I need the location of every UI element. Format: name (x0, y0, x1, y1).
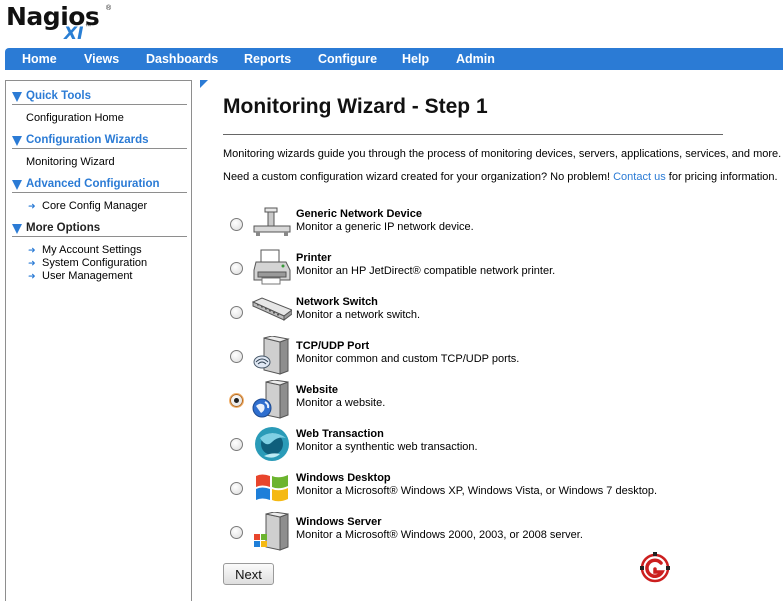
sidebar-item-configuration-home[interactable]: Configuration Home (26, 112, 124, 124)
wizard-radio[interactable] (230, 306, 243, 319)
wizard-radio[interactable] (230, 526, 243, 539)
collapse-triangle-icon[interactable] (12, 224, 22, 234)
sidebar-item-core-config-manager[interactable]: ➜ Core Config Manager (28, 200, 147, 212)
wizard-description: Monitor a network switch. (296, 309, 421, 321)
windows-desktop-icon (256, 474, 288, 502)
wizard-radio[interactable] (230, 438, 243, 451)
sidebar-item-user-management[interactable]: ➜ User Management (28, 270, 133, 282)
wizard-description: Monitor common and custom TCP/UDP ports. (296, 353, 520, 365)
windows-server-icon (254, 512, 289, 551)
sidebar-toggle-corner-icon[interactable] (200, 80, 208, 88)
wizard-option-windows-desktop[interactable]: Windows Desktop Monitor a Microsoft® Win… (230, 472, 783, 516)
sidebar-section-more-options[interactable]: More Options (12, 222, 187, 237)
custom-prefix: Need a custom configuration wizard creat… (223, 171, 611, 183)
link-arrow-icon: ➜ (28, 245, 36, 255)
wizard-name: Printer (296, 252, 332, 264)
logo-trademark: ™ (85, 24, 91, 30)
nav-reports[interactable]: Reports (244, 48, 291, 70)
logo-product: XI (64, 24, 84, 44)
wizard-name: TCP/UDP Port (296, 340, 370, 352)
wizard-option-website[interactable]: Website Monitor a website. (230, 380, 783, 428)
wizard-description: Monitor a Microsoft® Windows XP, Windows… (296, 485, 658, 497)
link-arrow-icon: ➜ (28, 258, 36, 268)
wizard-radio-selected[interactable] (230, 394, 243, 407)
wizard-option-network-switch[interactable]: Network Switch Monitor a network switch. (230, 296, 783, 340)
gadget-logo-icon (640, 552, 670, 583)
website-icon (252, 380, 289, 419)
nav-configure[interactable]: Configure (318, 48, 377, 70)
page-title: Monitoring Wizard - Step 1 (223, 95, 488, 118)
network-device-icon (253, 207, 291, 236)
wizard-option-windows-server[interactable]: Windows Server Monitor a Microsoft® Wind… (230, 512, 783, 560)
collapse-triangle-icon[interactable] (12, 180, 22, 190)
sidebar-item-label: System Configuration (42, 257, 148, 269)
sidebar-section-title: Advanced Configuration (26, 178, 160, 190)
wizard-option-web-transaction[interactable]: Web Transaction Monitor a synthentic web… (230, 427, 783, 472)
sidebar: Quick Tools Configuration Home Configura… (5, 80, 192, 601)
collapse-triangle-icon[interactable] (12, 136, 22, 146)
web-transaction-icon (255, 427, 289, 461)
wizard-radio[interactable] (230, 482, 243, 495)
sidebar-item-monitoring-wizard[interactable]: Monitoring Wizard (26, 156, 115, 168)
sidebar-section-advanced-configuration[interactable]: Advanced Configuration (12, 178, 187, 193)
next-button[interactable]: Next (223, 563, 274, 585)
wizard-description: Monitor a Microsoft® Windows 2000, 2003,… (296, 529, 583, 541)
nav-home[interactable]: Home (22, 48, 57, 70)
sidebar-section-quick-tools[interactable]: Quick Tools (12, 90, 187, 105)
wizard-radio[interactable] (230, 350, 243, 363)
wizard-name: Network Switch (296, 296, 378, 308)
nav-help[interactable]: Help (402, 48, 429, 70)
wizard-option-printer[interactable]: Printer Monitor an HP JetDirect® compati… (230, 249, 783, 296)
wizard-name: Windows Server (296, 516, 382, 528)
logo-registered: ® (106, 5, 112, 12)
custom-suffix: for pricing information. (668, 171, 778, 183)
sidebar-item-label: My Account Settings (42, 244, 142, 256)
wizard-radio[interactable] (230, 262, 243, 275)
wizard-description: Monitor a website. (296, 397, 386, 409)
sidebar-section-configuration-wizards[interactable]: Configuration Wizards (12, 134, 187, 149)
wizard-name: Windows Desktop (296, 472, 391, 484)
sidebar-section-title: Configuration Wizards (26, 134, 149, 146)
port-icon (253, 336, 290, 375)
link-arrow-icon: ➜ (28, 201, 36, 211)
title-divider (223, 134, 723, 135)
nav-admin[interactable]: Admin (456, 48, 495, 70)
wizard-description: Monitor a generic IP network device. (296, 221, 474, 233)
top-nav-bar: Home Views Dashboards Reports Configure … (5, 48, 783, 70)
link-arrow-icon: ➜ (28, 271, 36, 281)
wizard-description: Monitor a synthentic web transaction. (296, 441, 478, 453)
wizard-option-generic-network-device[interactable]: Generic Network Device Monitor a generic… (230, 207, 783, 252)
nav-dashboards[interactable]: Dashboards (146, 48, 218, 70)
sidebar-section-title: Quick Tools (26, 90, 91, 102)
custom-wizard-text: Need a custom configuration wizard creat… (223, 171, 778, 183)
nav-views[interactable]: Views (84, 48, 119, 70)
collapse-triangle-icon[interactable] (12, 92, 22, 102)
sidebar-section-title: More Options (26, 222, 101, 234)
intro-text: Monitoring wizards guide you through the… (223, 148, 783, 160)
sidebar-item-my-account-settings[interactable]: ➜ My Account Settings (28, 244, 142, 256)
wizard-option-tcp-udp-port[interactable]: TCP/UDP Port Monitor common and custom T… (230, 336, 783, 384)
contact-us-link[interactable]: Contact us (613, 171, 666, 183)
sidebar-item-system-configuration[interactable]: ➜ System Configuration (28, 257, 147, 269)
switch-icon (252, 297, 292, 321)
printer-icon (253, 249, 291, 285)
nagios-xi-logo[interactable]: Nagios ® XI ™ (6, 2, 116, 46)
sidebar-item-label: Core Config Manager (42, 200, 148, 212)
wizard-radio[interactable] (230, 218, 243, 231)
wizard-name: Website (296, 384, 338, 396)
sidebar-item-label: User Management (42, 270, 133, 282)
wizard-description: Monitor an HP JetDirect® compatible netw… (296, 265, 556, 277)
wizard-name: Generic Network Device (296, 208, 422, 220)
wizard-name: Web Transaction (296, 428, 384, 440)
